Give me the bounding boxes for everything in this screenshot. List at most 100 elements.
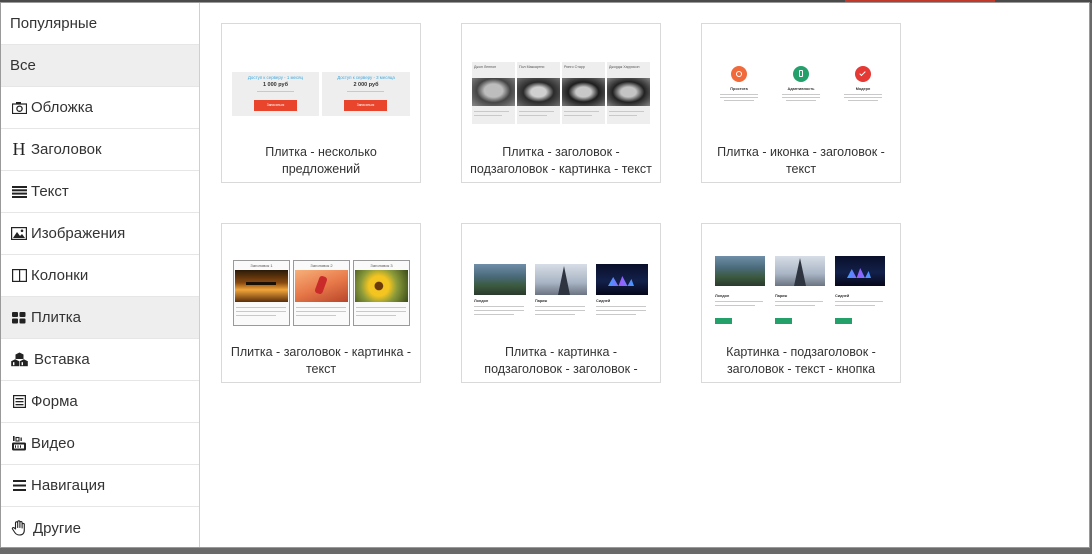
city-name: Сидней (596, 299, 611, 303)
city-text (715, 305, 755, 306)
offer-title: Доступ к серверу - 3 месяца (337, 75, 395, 80)
tile-text (356, 311, 406, 312)
block-thumbnail: Простота Адаптивность Модерн (712, 46, 890, 126)
sidebar-item-all[interactable]: Все (1, 45, 199, 87)
block-thumbnail: Заголовок 1 Заголовок 2 Заголовок 3 (232, 238, 410, 328)
portrait-text (609, 115, 637, 116)
block-thumbnail: Лондон Париж Сидней (712, 238, 890, 328)
sidebar-item-label: Колонки (31, 267, 89, 284)
portrait-text (609, 111, 644, 112)
eiffel-tower (558, 266, 570, 295)
city-button (775, 318, 792, 324)
sidebar-item-images[interactable]: Изображения (1, 213, 199, 255)
feature-title: Модерн (855, 87, 871, 91)
feature-text (844, 94, 882, 95)
offer-price: 1 000 руб (262, 82, 289, 88)
city-text (775, 301, 823, 302)
youtube-icon (10, 436, 28, 452)
tile-text (236, 311, 286, 312)
tile-text (296, 311, 346, 312)
tile-text (236, 315, 276, 316)
city-name: Лондон (715, 294, 730, 298)
sidebar-item-other[interactable]: Другие (1, 507, 199, 549)
form-icon (10, 394, 28, 410)
phone-icon-inner (799, 70, 803, 77)
sidebar-item-label: Обложка (31, 99, 93, 116)
offer-price: 2 000 руб (353, 82, 379, 88)
block-caption: Плитка - заголовок - картинка - текст (230, 345, 412, 376)
sidebar-item-heading[interactable]: H Заголовок (1, 129, 199, 171)
offer-button-label: Записаться (266, 102, 285, 107)
feature-text (844, 97, 882, 98)
tile-title: Заголовок 3 (370, 263, 393, 268)
city-name: Сидней (835, 294, 850, 298)
tile-title: Заголовок 2 (310, 263, 333, 268)
block-caption: Плитка - заголовок - подзаголовок - карт… (470, 145, 652, 176)
block-caption: Плитка - иконка - заголовок - текст (717, 145, 885, 176)
image-icon (10, 226, 28, 242)
sidebar-item-form[interactable]: Форма (1, 381, 199, 423)
menu-icon (10, 478, 28, 494)
block-thumbnail: Доступ к серверу - 1 месяц 1 000 руб Зап… (232, 46, 410, 126)
sidebar-item-tiles[interactable]: Плитка (1, 297, 199, 339)
tile-text (236, 307, 286, 308)
sidebar-item-columns[interactable]: Колонки (1, 255, 199, 297)
city-name: Париж (535, 299, 548, 303)
tile-text (296, 307, 346, 308)
block-card-cities[interactable]: Лондон Париж Сидней Плитка - картинка - … (461, 223, 661, 383)
city-name: Париж (775, 294, 788, 298)
hand-icon (10, 520, 28, 536)
portrait-name: Джон Леннон (474, 65, 497, 69)
feature-text (782, 97, 820, 98)
portrait-name: Ринго Старр (564, 65, 585, 69)
offer-text (347, 91, 384, 92)
portrait-text (564, 115, 592, 116)
sidebar-item-label: Все (10, 57, 36, 74)
text-lines-icon (10, 184, 28, 200)
block-caption: Картинка - подзаголовок - заголовок - те… (726, 345, 876, 376)
portrait-photo (607, 78, 650, 106)
sidebar-item-label: Форма (31, 393, 78, 410)
sidebar-item-embed[interactable]: Вставка (1, 339, 199, 381)
sidebar-item-label: Навигация (31, 477, 106, 494)
sidebar-item-video[interactable]: Видео (1, 423, 199, 465)
feature-text (786, 100, 816, 101)
block-gallery: Доступ к серверу - 1 месяц 1 000 руб Зап… (201, 3, 1089, 547)
city-button (835, 318, 852, 324)
tile-title: Заголовок 1 (250, 263, 273, 268)
sidebar-item-popular[interactable]: Популярные (1, 3, 199, 45)
offer-text (257, 91, 294, 92)
block-card-cities-button[interactable]: Лондон Париж Сидней Картинка - подзаголо… (701, 223, 901, 383)
portrait-name: Джордж Харрисон (609, 65, 640, 69)
portrait-photo (562, 78, 605, 106)
sunflower-photo (355, 270, 408, 302)
portrait-text (474, 115, 502, 116)
block-card-portraits[interactable]: Джон Леннон Пол Маккартни Ринго Старр Дж… (461, 23, 661, 183)
city-text (775, 305, 815, 306)
feature-text (782, 94, 820, 95)
block-card-title-images[interactable]: Заголовок 1 Заголовок 2 Заголовок 3 Плит… (221, 223, 421, 383)
portrait-photo (472, 78, 515, 106)
sidebar-item-label: Видео (31, 435, 75, 452)
city-text (715, 301, 763, 302)
portrait-text (474, 111, 509, 112)
sidebar-item-text[interactable]: Текст (1, 171, 199, 213)
sidebar-item-label: Заголовок (31, 141, 102, 158)
sidebar-item-label: Текст (31, 183, 69, 200)
city-text (835, 301, 883, 302)
portrait-name: Пол Маккартни (519, 65, 545, 69)
city-text (596, 310, 646, 311)
feature-title: Адаптивность (787, 87, 815, 91)
sidebar-item-cover[interactable]: Обложка (1, 87, 199, 129)
sidebar-item-label: Популярные (10, 15, 98, 32)
feature-text (720, 97, 758, 98)
block-picker-modal: Популярные Все Обложка H Заголовок Текст… (0, 2, 1090, 548)
sidebar-item-label: Другие (33, 519, 82, 537)
camera-icon (10, 100, 28, 116)
block-card-icons[interactable]: Простота Адаптивность Модерн Плитка - ик… (701, 23, 901, 183)
city-text (474, 306, 524, 307)
city-name: Лондон (474, 299, 489, 303)
sidebar-item-navigation[interactable]: Навигация (1, 465, 199, 507)
portrait-photo (517, 78, 560, 106)
block-card-offers[interactable]: Доступ к серверу - 1 месяц 1 000 руб Зап… (221, 23, 421, 183)
